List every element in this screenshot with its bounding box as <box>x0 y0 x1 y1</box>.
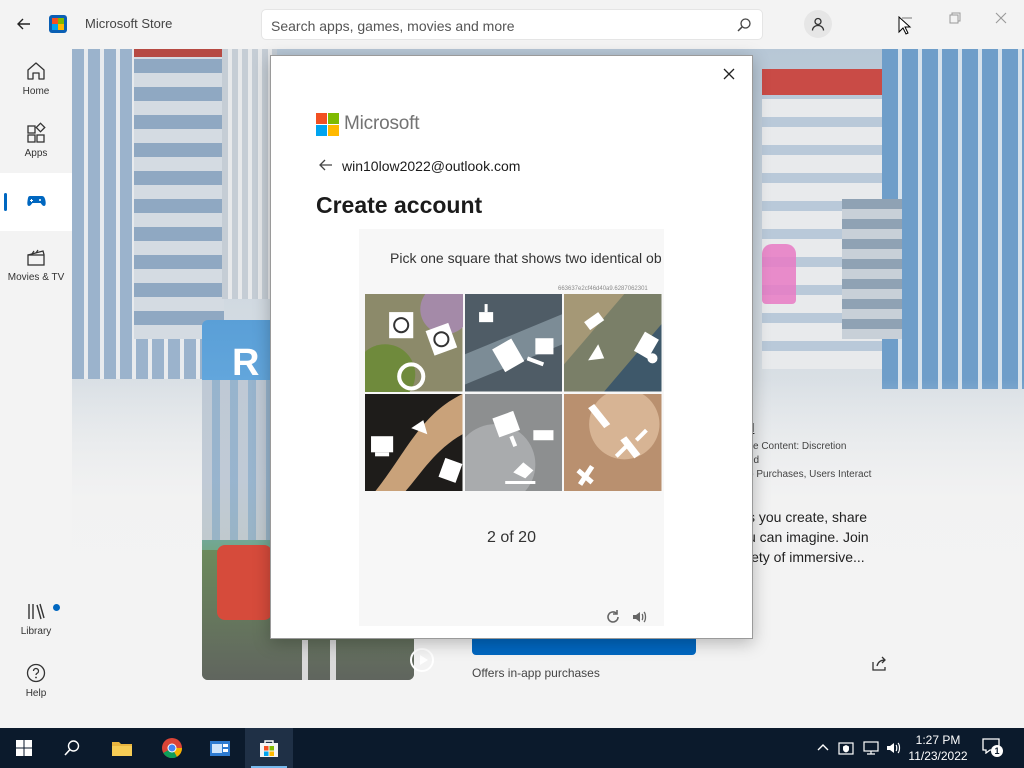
captcha-progress: 2 of 20 <box>487 529 536 546</box>
home-icon <box>27 61 45 80</box>
rating-line-1: se Content: Discretion <box>748 441 847 452</box>
captcha-tile-4[interactable] <box>365 393 463 491</box>
back-arrow-icon[interactable] <box>319 158 333 174</box>
building-left-3 <box>222 49 277 299</box>
building-right-2 <box>882 49 1024 389</box>
sidebar-item-label: Library <box>20 625 52 637</box>
library-icon <box>28 603 45 619</box>
sidebar-item-gaming[interactable] <box>0 173 72 231</box>
captcha-tile-6[interactable] <box>564 393 662 491</box>
chrome-icon <box>162 738 183 759</box>
taskbar-chrome[interactable] <box>148 728 196 768</box>
notification-center-button[interactable]: 1 <box>982 738 1004 758</box>
close-window-button[interactable] <box>986 8 1016 28</box>
captcha-tile-5[interactable] <box>464 393 562 491</box>
restore-button[interactable] <box>940 8 970 28</box>
sidebar-item-apps[interactable]: Apps <box>0 111 72 169</box>
search-placeholder: Search apps, games, movies and more <box>271 18 515 34</box>
captcha-tile-1[interactable] <box>365 294 463 392</box>
road-stripe <box>302 640 308 680</box>
movies-icon <box>27 249 45 266</box>
chevron-up-icon[interactable] <box>815 740 831 756</box>
security-icon[interactable] <box>838 740 854 756</box>
captcha-tile-3[interactable] <box>564 294 662 392</box>
sidebar-item-help[interactable]: Help <box>0 651 72 709</box>
in-app-purchase-note: Offers in-app purchases <box>472 666 600 680</box>
card-characters <box>217 545 272 620</box>
road-stripe <box>330 640 336 680</box>
taskbar: 1:27 PM 11/23/2022 1 <box>0 728 1024 768</box>
play-icon[interactable] <box>410 648 434 672</box>
clock-time: 1:27 PM <box>915 733 961 747</box>
captcha-session-id: 663637e2cf46d40a9.6287062301 <box>558 286 648 292</box>
description-line-3: iety of immersive... <box>748 549 865 565</box>
rating-line-3: p Purchases, Users Interact <box>748 469 872 480</box>
microsoft-wordmark: Microsoft <box>344 113 420 134</box>
search-icon <box>64 740 80 756</box>
taskbar-search-button[interactable] <box>48 728 96 768</box>
notification-count-badge: 1 <box>991 745 1003 757</box>
sidebar-item-label: Help <box>25 687 47 699</box>
taskbar-microsoft-store[interactable] <box>245 728 293 768</box>
captcha-grid <box>365 294 662 491</box>
building-left-2 <box>134 49 224 339</box>
sidebar-item-movies-tv[interactable]: Movies & TV <box>0 235 72 293</box>
sidebar-item-label: Movies & TV <box>7 271 65 283</box>
folder-icon <box>112 742 132 756</box>
control-panel-icon <box>210 741 230 756</box>
game-character <box>762 244 796 304</box>
clock-date: 11/23/2022 <box>908 749 968 763</box>
audio-icon[interactable] <box>631 609 647 625</box>
description-line-2: u can imagine. Join <box>748 529 869 545</box>
system-clock[interactable]: 1:27 PM 11/23/2022 <box>903 732 973 764</box>
sidebar-item-library[interactable]: Library <box>0 589 72 647</box>
windows-logo-icon <box>16 740 32 756</box>
dialog-heading: Create account <box>316 192 483 218</box>
sidebar-item-label: Apps <box>24 147 48 159</box>
close-dialog-button[interactable] <box>719 64 739 84</box>
create-account-dialog: Microsoft win10low2022@outlook.com Creat… <box>270 55 753 639</box>
card-title: R <box>232 342 260 384</box>
taskbar-file-explorer[interactable] <box>98 728 146 768</box>
taskbar-control-panel[interactable] <box>196 728 244 768</box>
captcha-tile-2[interactable] <box>464 294 562 392</box>
account-icon[interactable] <box>804 10 832 38</box>
description-line-1: s you create, share <box>748 509 868 525</box>
building-right-3 <box>842 199 902 339</box>
app-title: Microsoft Store <box>85 16 173 31</box>
microsoft-store-logo-icon <box>49 15 67 33</box>
microsoft-logo-icon <box>316 113 339 136</box>
help-icon <box>26 663 46 682</box>
captcha-instruction: Pick one square that shows two identical… <box>390 250 662 266</box>
volume-icon[interactable] <box>885 740 901 756</box>
captcha-puzzle: Pick one square that shows two identical… <box>359 229 664 626</box>
sidebar-item-label: Home <box>22 85 50 97</box>
search-input[interactable]: Search apps, games, movies and more <box>261 9 763 40</box>
account-email: win10low2022@outlook.com <box>342 158 521 174</box>
search-icon[interactable] <box>736 17 752 33</box>
back-arrow-icon[interactable] <box>12 12 36 36</box>
start-button[interactable] <box>0 728 48 768</box>
share-icon[interactable] <box>870 655 888 673</box>
sidebar: Home Apps Movies & TV Library Help <box>0 49 72 728</box>
close-icon <box>723 68 735 80</box>
network-icon[interactable] <box>863 740 879 756</box>
gaming-icon <box>27 196 46 206</box>
library-update-badge <box>53 604 60 611</box>
sidebar-item-home[interactable]: Home <box>0 49 72 107</box>
store-icon <box>260 740 278 757</box>
mouse-cursor-icon <box>898 16 912 35</box>
apps-icon <box>27 121 46 143</box>
title-bar: Microsoft Store Search apps, games, movi… <box>0 0 1024 49</box>
refresh-icon[interactable] <box>605 609 621 625</box>
